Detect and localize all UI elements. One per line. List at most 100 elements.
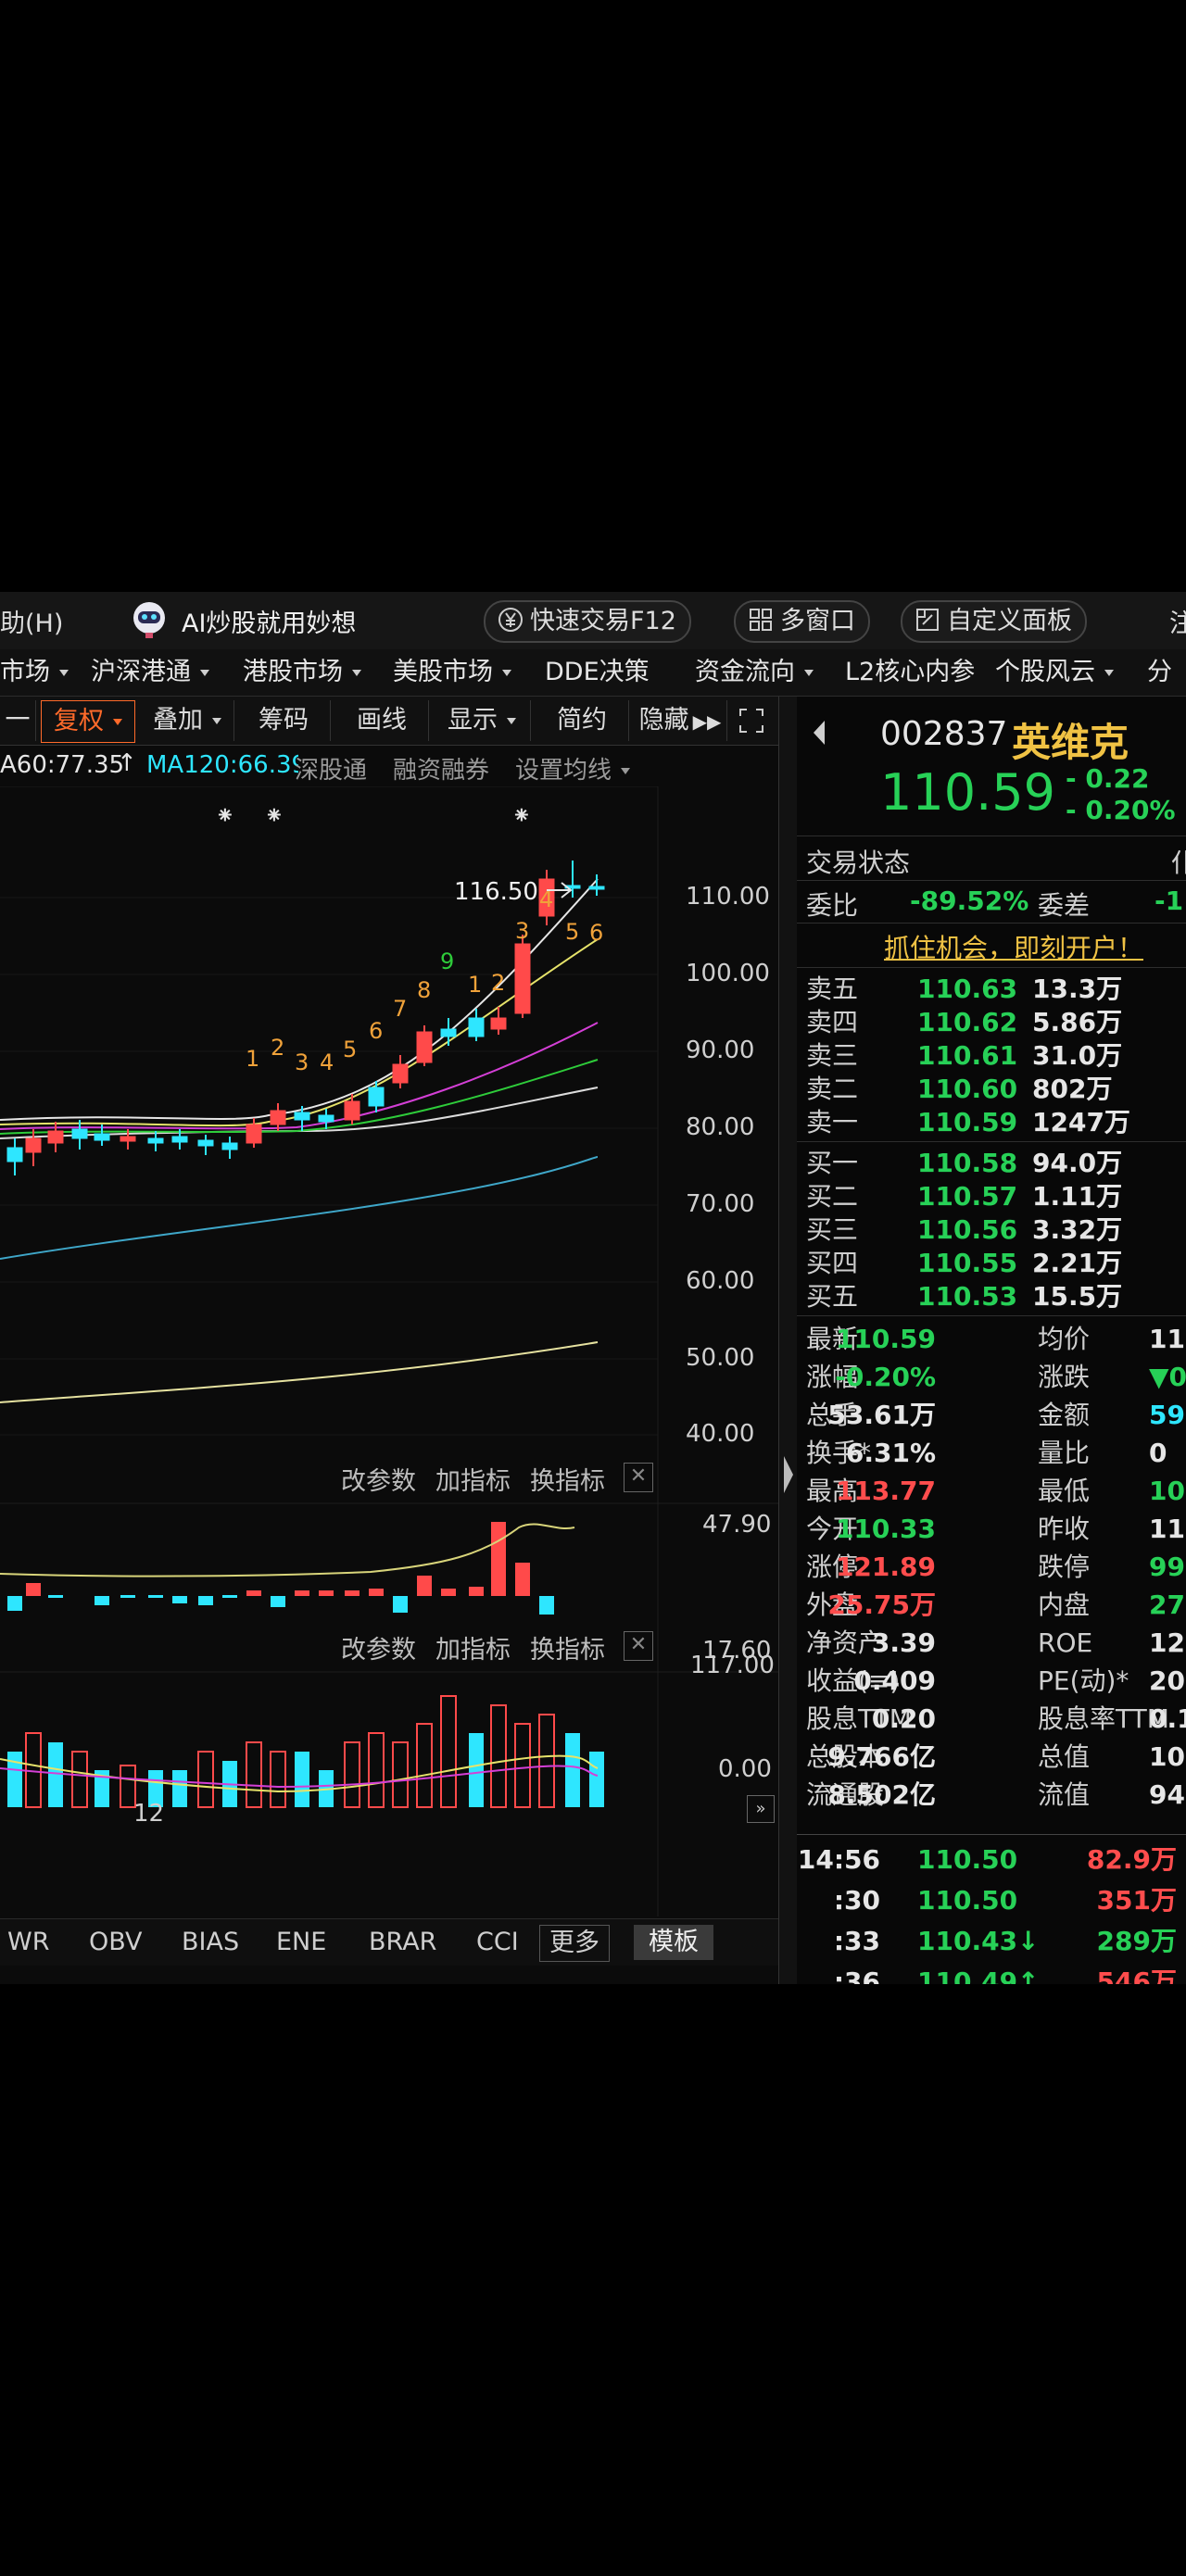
scroll-right-icon[interactable]: »: [747, 1795, 775, 1823]
level-price: 110.60: [917, 1074, 1018, 1104]
kline-chart[interactable]: ⁕ ⁕ ⁕ 1 23 4 567891 2345 6 116.50: [0, 786, 778, 1916]
nav-stock-news[interactable]: 个股风云: [995, 649, 1114, 696]
ai-stock-link[interactable]: AI炒股就用妙想: [182, 603, 356, 639]
nav-hsgt[interactable]: 沪深港通: [91, 649, 209, 696]
nav-fund-flow[interactable]: 资金流向: [695, 649, 814, 696]
double-arrow-icon: ▶▶: [692, 710, 722, 733]
stat-row: 股息TTM 0.20 股息率TTM 0.1: [806, 1701, 1186, 1738]
hide-button[interactable]: 隐藏 ▶▶: [634, 700, 727, 741]
bid-row[interactable]: 买二 110.57 1.11万: [806, 1180, 1186, 1213]
tab-obv[interactable]: OBV: [89, 1919, 142, 1966]
tick-time: :33: [833, 1926, 880, 1956]
chevron-down-icon: [212, 718, 221, 724]
level-volume: 802万: [1032, 1074, 1113, 1104]
draw-button[interactable]: 画线: [335, 700, 429, 741]
chevron-down-icon: [1104, 670, 1114, 676]
stat-label: 内盘: [1038, 1590, 1091, 1620]
ask-row[interactable]: 卖一 110.59 1247万: [806, 1106, 1186, 1139]
nav-hk[interactable]: 港股市场: [243, 649, 361, 696]
bid-row[interactable]: 买四 110.55 2.21万: [806, 1247, 1186, 1280]
bid-row[interactable]: 买三 110.56 3.32万: [806, 1213, 1186, 1247]
volume-bar: [172, 1770, 187, 1807]
y-tick-label: 90.00: [686, 1037, 755, 1064]
ind2-switch-link[interactable]: 换指标: [530, 1629, 605, 1665]
overlay-button[interactable]: 叠加: [141, 700, 234, 741]
volume-bar: [589, 1752, 604, 1807]
high-price-label: 116.50: [454, 878, 538, 906]
candle-body: [6, 1147, 23, 1162]
stat-value: 0.20: [871, 1703, 936, 1734]
ind1-switch-link[interactable]: 换指标: [530, 1461, 605, 1497]
ind1-bar: [539, 1596, 554, 1615]
panel-splitter[interactable]: [778, 697, 799, 1984]
margin-link[interactable]: 融资融券: [393, 751, 489, 785]
sgt-link[interactable]: 深股通: [295, 751, 367, 785]
level-price: 110.56: [917, 1214, 1018, 1245]
multi-window-button[interactable]: 多窗口: [734, 600, 870, 643]
volume-bar: [368, 1732, 385, 1808]
tick-time: :36: [833, 1967, 880, 1984]
event-star-icon: ⁕: [215, 802, 235, 830]
volume-bar: [246, 1741, 262, 1808]
template-button[interactable]: 模板: [634, 1925, 713, 1960]
stat-value: 8.502亿: [827, 1779, 936, 1810]
ind1-params-link[interactable]: 改参数: [341, 1461, 416, 1497]
bid-row[interactable]: 买五 110.53 15.5万: [806, 1280, 1186, 1313]
tab-brar[interactable]: BRAR: [369, 1919, 436, 1966]
tick-row: :33 110.43↓ 289万: [806, 1923, 1186, 1960]
ma-settings[interactable]: 设置均线: [515, 751, 631, 785]
ind1-add-link[interactable]: 加指标: [435, 1461, 511, 1497]
period-button[interactable]: 一: [0, 700, 36, 741]
chips-button[interactable]: 筹码: [237, 700, 331, 741]
close-icon[interactable]: ✕: [624, 1463, 653, 1492]
expand-icon[interactable]: [732, 700, 771, 741]
ind1-bar: [393, 1596, 408, 1613]
ask-row[interactable]: 卖四 110.62 5.86万: [806, 1006, 1186, 1039]
level-price: 110.62: [917, 1007, 1018, 1037]
close-icon[interactable]: ✕: [624, 1631, 653, 1661]
ind2-add-link[interactable]: 加指标: [435, 1629, 511, 1665]
level-price: 110.57: [917, 1181, 1018, 1212]
tab-wr[interactable]: WR: [7, 1919, 49, 1966]
nav-analysis[interactable]: 分析: [1147, 649, 1186, 733]
display-button[interactable]: 显示: [434, 700, 531, 741]
help-menu[interactable]: 助(H): [0, 603, 63, 639]
back-arrow-icon[interactable]: [810, 719, 828, 747]
open-account-link[interactable]: 抓住机会，即刻开户！: [884, 928, 1143, 965]
more-button[interactable]: 更多: [539, 1925, 610, 1962]
nav-l2[interactable]: L2核心内参: [845, 649, 975, 696]
nav-us[interactable]: 美股市场: [393, 649, 511, 696]
level-volume: 94.0万: [1032, 1148, 1123, 1178]
ind1-bar: [369, 1589, 384, 1596]
level-price: 110.63: [917, 974, 1018, 1004]
stat-value: 3.39: [871, 1627, 936, 1658]
yen-icon: [497, 606, 524, 634]
count-label: 2: [491, 970, 505, 996]
tab-bias[interactable]: BIAS: [182, 1919, 239, 1966]
nav-market[interactable]: 市场: [0, 649, 69, 696]
level-volume: 2.21万: [1032, 1248, 1123, 1278]
ind2-params-link[interactable]: 改参数: [341, 1629, 416, 1665]
stat-value: 6.31%: [845, 1438, 936, 1468]
candle-body: [94, 1133, 110, 1141]
tab-ene[interactable]: ENE: [276, 1919, 326, 1966]
multi-window-label: 多窗口: [780, 607, 855, 635]
nav-dde[interactable]: DDE决策: [545, 649, 650, 696]
ask-row[interactable]: 卖五 110.63 13.3万: [806, 973, 1186, 1006]
ind1-bar: [246, 1590, 261, 1596]
simple-button[interactable]: 简约: [536, 700, 629, 741]
menu-cut-item[interactable]: 注: [1169, 603, 1186, 639]
robot-icon[interactable]: [128, 597, 170, 640]
quick-trade-button[interactable]: 快速交易F12: [484, 600, 691, 643]
ask-row[interactable]: 卖三 110.61 31.0万: [806, 1039, 1186, 1073]
stat-value: 110.59: [835, 1324, 936, 1354]
candle-body: [416, 1031, 433, 1063]
level-volume: 31.0万: [1032, 1040, 1123, 1071]
ask-row[interactable]: 卖二 110.60 802万: [806, 1073, 1186, 1106]
candle-body: [514, 943, 531, 1014]
custom-panel-button[interactable]: 自定义面板: [901, 600, 1087, 643]
tab-cci[interactable]: CCI: [476, 1919, 519, 1966]
bid-row[interactable]: 买一 110.58 94.0万: [806, 1147, 1186, 1180]
fuquan-button[interactable]: 复权: [41, 700, 135, 743]
count-label: 8: [417, 977, 431, 1003]
